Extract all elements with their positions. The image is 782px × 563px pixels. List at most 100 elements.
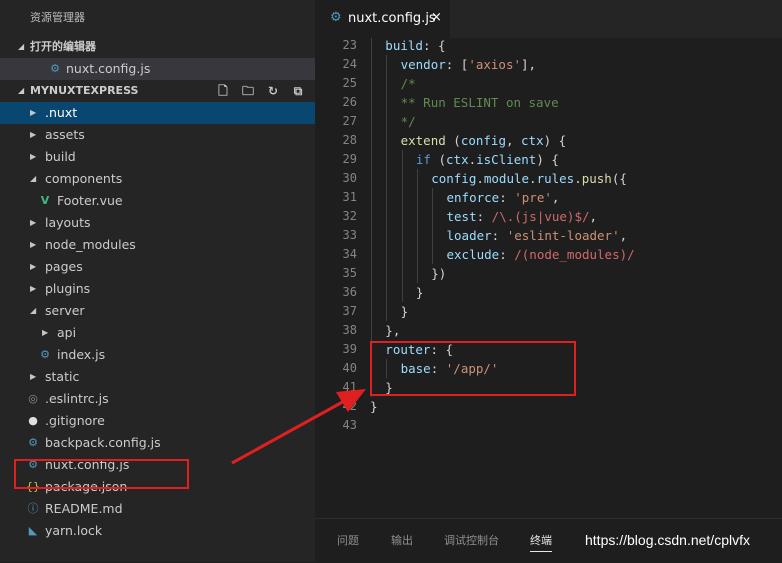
tree-item-label: assets	[45, 127, 85, 142]
code-line: 42}	[315, 397, 782, 416]
tree-folder[interactable]: ▶ layouts	[0, 212, 315, 234]
indent-guide	[386, 226, 388, 245]
gear-icon: ⚙	[50, 62, 60, 75]
indent-guide	[371, 264, 372, 283]
tree-folder[interactable]: ▶ node_modules	[0, 234, 315, 256]
tree-folder[interactable]: ◢ server	[0, 300, 315, 322]
tree-folder[interactable]: ▶ .nuxt	[0, 102, 315, 124]
open-editor-label: nuxt.config.js	[66, 61, 151, 76]
project-label: MYNUXTEXPRESS	[30, 84, 139, 97]
tree-item-label: index.js	[57, 347, 106, 362]
code-view[interactable]: 23 build: {24 vendor: ['axios'], 25 /* 26 ** R…	[315, 38, 782, 518]
tree-file[interactable]: ● .gitignore	[0, 410, 315, 432]
file-highlight-box	[14, 459, 189, 489]
code-line: 33 loader: 'eslint-loader',	[315, 226, 782, 245]
open-editor-item[interactable]: ⚙ nuxt.config.js	[0, 58, 315, 80]
code-line: 31 enforce: 'pre',	[315, 188, 782, 207]
editor-area: ⚙ nuxt.config.js × 23 build: {24 vendor: […	[315, 0, 782, 562]
indent-guide	[371, 302, 372, 321]
explorer-title: 资源管理器	[30, 11, 85, 24]
chevron-right-icon: ▶	[30, 262, 37, 271]
indent-guide	[401, 150, 403, 169]
vue-icon: V	[40, 194, 50, 207]
editor-tab[interactable]: ⚙ nuxt.config.js ×	[315, 0, 450, 38]
indent-guide	[432, 245, 434, 264]
indent-guide	[416, 245, 418, 264]
indent-guide	[371, 169, 372, 188]
tree-item-label: static	[45, 369, 80, 384]
tab-problems[interactable]: 问题	[337, 532, 359, 548]
tree-folder[interactable]: ▶ static	[0, 366, 315, 388]
indent-guide	[371, 226, 372, 245]
indent-guide	[386, 264, 388, 283]
new-folder-icon[interactable]: 🗀	[241, 80, 255, 102]
project-header[interactable]: ◢ MYNUXTEXPRESS 🗋 🗀 ↻ ⧉	[0, 80, 315, 102]
chevron-down-icon: ◢	[30, 306, 37, 315]
chevron-right-icon: ▶	[30, 152, 37, 161]
new-file-icon[interactable]: 🗋	[216, 80, 230, 102]
code-line: 26 ** Run ESLINT on save	[315, 93, 782, 112]
code-text: }	[415, 285, 424, 300]
tree-item-label: components	[45, 171, 123, 186]
tree-file[interactable]: ⓘ README.md	[0, 498, 315, 520]
open-editors-label: 打开的编辑器	[30, 40, 96, 53]
indent-guide	[416, 264, 418, 283]
code-text: /*	[400, 76, 416, 91]
indent-guide	[416, 169, 418, 188]
refresh-icon[interactable]: ↻	[266, 80, 280, 102]
tree-file[interactable]: ◎ .eslintrc.js	[0, 388, 315, 410]
indent-guide	[371, 74, 372, 93]
tab-terminal[interactable]: 终端	[530, 532, 552, 552]
collapse-all-icon[interactable]: ⧉	[291, 80, 305, 102]
chevron-right-icon: ▶	[30, 372, 37, 381]
tree-folder[interactable]: ▶ build	[0, 146, 315, 168]
indent-guide	[371, 321, 372, 340]
tree-item-label: server	[45, 303, 85, 318]
indent-guide	[371, 150, 372, 169]
tree-item-label: pages	[45, 259, 83, 274]
chevron-right-icon: ▶	[30, 218, 37, 227]
code-text: if (ctx.isClient) {	[415, 152, 559, 167]
indent-guide	[416, 226, 418, 245]
tree-item-label: Footer.vue	[57, 193, 123, 208]
code-line: 28 extend (config, ctx) {	[315, 131, 782, 150]
tree-file[interactable]: ⚙ backpack.config.js	[0, 432, 315, 454]
code-text: exclude: /(node_modules)/	[446, 247, 635, 262]
chevron-right-icon: ▶	[42, 328, 49, 337]
code-line: 43	[315, 416, 782, 435]
tree-file[interactable]: V Footer.vue	[0, 190, 315, 212]
line-number: 35	[342, 266, 357, 280]
indent-guide	[386, 131, 388, 150]
collapse-caret-icon: ◢	[18, 86, 25, 95]
indent-guide	[386, 55, 388, 74]
tree-item-label: api	[57, 325, 77, 340]
code-line: 36}	[315, 283, 782, 302]
tree-folder[interactable]: ◢ components	[0, 168, 315, 190]
indent-guide	[371, 131, 372, 150]
chevron-down-icon: ◢	[30, 174, 37, 183]
code-line: 35})	[315, 264, 782, 283]
tree-file[interactable]: ◣ yarn.lock	[0, 520, 315, 542]
indent-guide	[401, 283, 403, 302]
tree-folder[interactable]: ▶ assets	[0, 124, 315, 146]
tree-folder[interactable]: ▶ pages	[0, 256, 315, 278]
indent-guide	[401, 169, 403, 188]
tree-file[interactable]: ⚙ index.js	[0, 344, 315, 366]
yarn-icon: ◣	[28, 524, 38, 537]
open-editors-header[interactable]: ◢ 打开的编辑器	[0, 36, 315, 58]
tree-folder[interactable]: ▶ api	[0, 322, 315, 344]
tree-folder[interactable]: ▶ plugins	[0, 278, 315, 300]
tree-item-label: layouts	[45, 215, 91, 230]
indent-guide	[401, 264, 403, 283]
tree-item-label: node_modules	[45, 237, 136, 252]
tab-output[interactable]: 输出	[391, 532, 413, 548]
code-line: 38},	[315, 321, 782, 340]
tab-debug-console[interactable]: 调试控制台	[444, 532, 499, 548]
code-line: 23 build: {	[315, 38, 782, 55]
close-icon[interactable]: ×	[431, 10, 442, 25]
indent-guide	[371, 245, 372, 264]
code-text: })	[431, 266, 447, 281]
indent-guide	[386, 207, 388, 226]
code-line: 34 exclude: /(node_modules)/	[315, 245, 782, 264]
github-icon: ●	[28, 414, 38, 427]
